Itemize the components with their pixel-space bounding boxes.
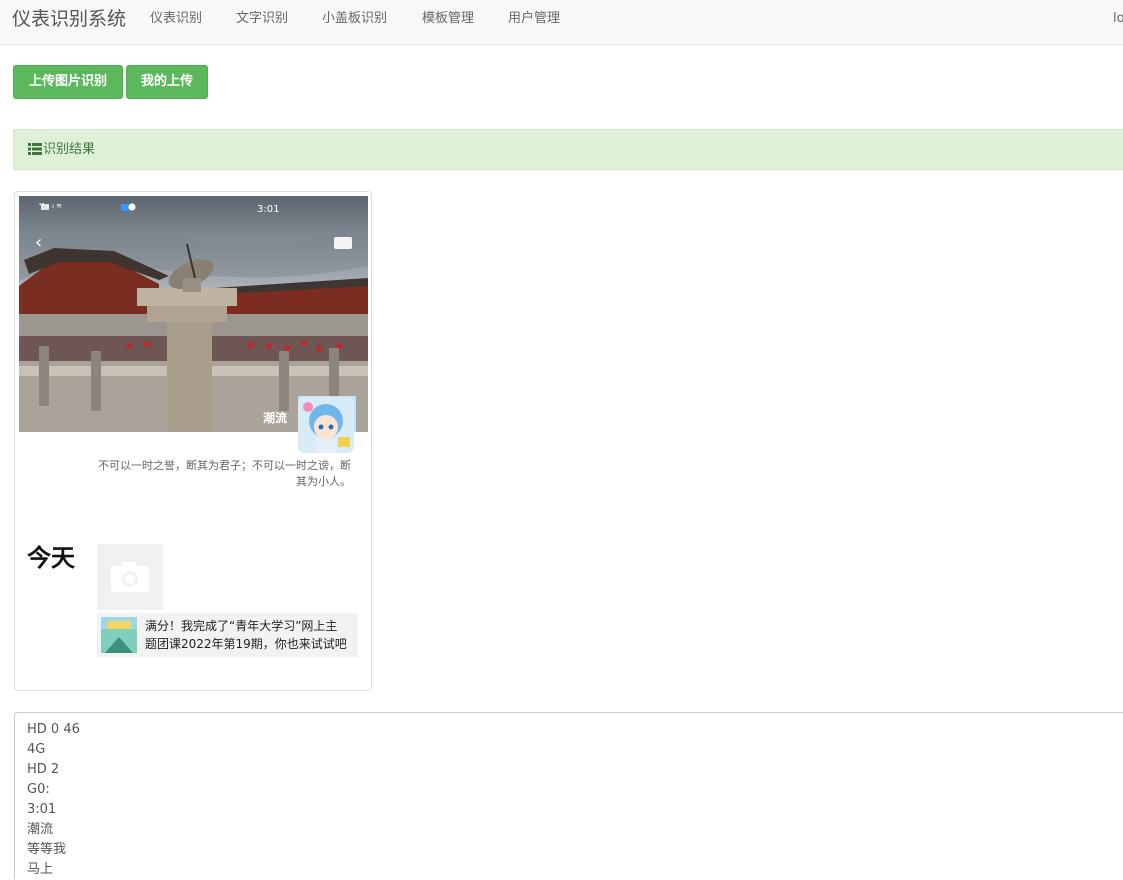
my-uploads-button[interactable]: 我的上传 [126,65,208,99]
result-line: G0: [27,782,50,797]
result-line: 潮流 [27,822,54,837]
overlay-label: 潮流 [263,410,287,425]
nav-item-text-recognition[interactable]: 文字识别 [236,11,288,27]
result-line: 4G [27,742,46,757]
quote-text: 不可以一时之誉，断其为君子；不可以一时之谤，断其为小人。 [98,459,351,488]
avatar [298,397,354,453]
result-line: 3:01 [27,802,57,817]
shared-link-text-line1: 满分！我完成了“青年大学习”网上主 [145,619,338,633]
nav-item-template-management[interactable]: 模板管理 [422,11,474,27]
status-time: 3:01 [257,204,279,215]
shared-link-card[interactable]: 满分！我完成了“青年大学习”网上主 题团课2022年第19期，你也来试试吧 [97,613,358,657]
nav-item-user-management[interactable]: 用户管理 [508,11,560,27]
results-panel-heading: 识别结果 [13,129,1123,170]
camera-icon [111,562,149,592]
photo-placeholder [97,544,163,610]
nav-item-meter-recognition[interactable]: 仪表识别 [150,11,202,27]
result-line: 马上 [27,862,54,877]
shared-link-thumbnail [101,617,137,653]
svg-text:‹: ‹ [35,232,42,253]
result-line: HD 2 [27,762,60,777]
recognition-result-textarea[interactable]: HD 0 46 4G HD 2 G0: 3:01 潮流 等等我 马上 [14,712,1123,879]
result-line: HD 0 46 [27,722,80,737]
result-line: 等等我 [27,842,67,857]
uploaded-image-thumbnail[interactable]: ⁴⁶ ᵢₗ ᵢₗ ≋ 3:01 ‹ 潮流 不可以一时之誉，断其为君子；不可以一时… [14,191,372,691]
nav-right-link[interactable]: lo [1113,11,1123,27]
top-navbar: 仪表识别系统 仪表识别 文字识别 小盖板识别 模板管理 用户管理 lo [0,0,1123,45]
nav-item-cover-recognition[interactable]: 小盖板识别 [322,11,387,27]
today-heading: 今天 [27,544,75,572]
upload-recognize-button[interactable]: 上传图片识别 [13,65,123,99]
brand-title[interactable]: 仪表识别系统 [12,7,126,31]
shared-link-text-line2: 题团课2022年第19期，你也来试试吧 [145,637,347,651]
list-icon [28,143,42,155]
results-panel-title: 识别结果 [43,142,96,157]
